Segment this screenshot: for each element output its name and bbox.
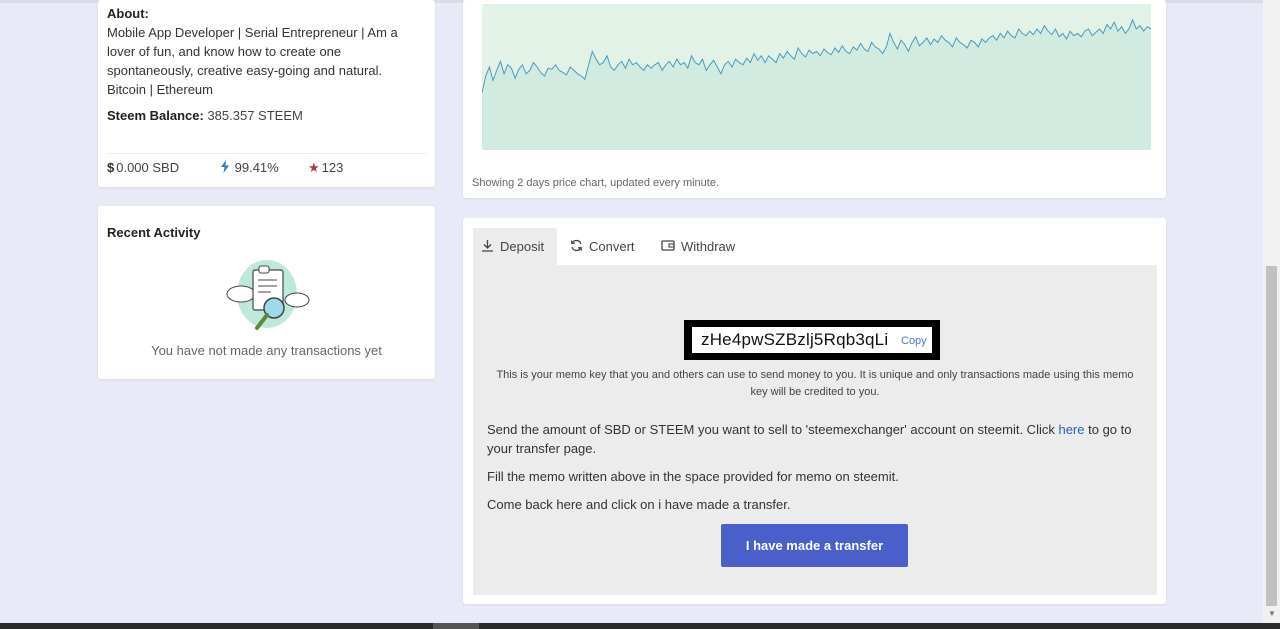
- voting-power-stat: 99.41%: [221, 160, 279, 175]
- about-label: About:: [107, 6, 149, 21]
- about-text: Mobile App Developer | Serial Entreprene…: [107, 25, 398, 97]
- profile-card: About: Mobile App Developer | Serial Ent…: [98, 0, 435, 187]
- transfer-page-link[interactable]: here: [1058, 422, 1084, 437]
- tab-convert[interactable]: Convert: [562, 228, 643, 265]
- steem-balance-value: 385.357 STEEM: [207, 108, 303, 123]
- sbd-value: 0.000 SBD: [116, 160, 180, 175]
- tab-withdraw-label: Withdraw: [681, 239, 736, 254]
- memo-key[interactable]: zHe4pwSZBzlj5Rqb3qLi: [701, 330, 888, 350]
- instruction-send-text: Send the amount of SBD or STEEM you want…: [487, 422, 1059, 437]
- scroll-down-arrow[interactable]: ▼: [1264, 606, 1280, 622]
- taskbar-item[interactable]: [433, 623, 479, 629]
- download-icon: [481, 228, 494, 265]
- chart-note: Showing 2 days price chart, updated ever…: [472, 177, 720, 189]
- deposit-panel: zHe4pwSZBzlj5Rqb3qLi Copy This is your m…: [473, 265, 1157, 595]
- scrollbar-thumb[interactable]: [1266, 266, 1277, 606]
- sbd-stat: $0.000 SBD: [107, 160, 179, 175]
- recent-activity-card: Recent Activity You have not made any tr…: [98, 206, 435, 379]
- instruction-memo: Fill the memo written above in the space…: [487, 469, 899, 484]
- deposit-card: Deposit Convert Withdraw zHe4pwSZBzlj5Rq…: [463, 218, 1166, 604]
- tab-deposit-label: Deposit: [500, 239, 545, 254]
- tab-convert-label: Convert: [589, 239, 635, 254]
- price-chart: [482, 4, 1151, 150]
- memo-note: This is your memo key that you and other…: [496, 369, 1134, 398]
- wallet-icon: [661, 228, 675, 265]
- price-chart-card: Showing 2 days price chart, updated ever…: [463, 0, 1166, 198]
- memo-key-box: zHe4pwSZBzlj5Rqb3qLi Copy: [684, 320, 940, 360]
- made-transfer-button[interactable]: I have made a transfer: [721, 524, 908, 567]
- steem-balance-label: Steem Balance:: [107, 108, 204, 123]
- copy-button[interactable]: Copy: [901, 335, 927, 347]
- refresh-icon: [570, 228, 583, 265]
- divider: [107, 153, 426, 154]
- recent-activity-title: Recent Activity: [107, 225, 201, 240]
- dollar-icon: $: [107, 160, 115, 175]
- empty-transactions-text: You have not made any transactions yet: [151, 343, 382, 358]
- reputation-stat: ★ 123: [308, 160, 343, 176]
- star-icon: ★: [308, 160, 320, 175]
- document-search-icon: [226, 260, 310, 330]
- taskbar: [0, 623, 1280, 629]
- instruction-send: Send the amount of SBD or STEEM you want…: [487, 420, 1147, 458]
- tab-withdraw[interactable]: Withdraw: [653, 228, 743, 265]
- tab-deposit[interactable]: Deposit: [473, 228, 557, 265]
- instruction-confirm: Come back here and click on i have made …: [487, 497, 791, 512]
- reputation-value: 123: [321, 160, 344, 175]
- steem-balance: Steem Balance: 385.357 STEEM: [107, 108, 303, 123]
- voting-power-value: 99.41%: [234, 160, 279, 175]
- memo-key-field: zHe4pwSZBzlj5Rqb3qLi Copy: [692, 327, 932, 353]
- lightning-icon: [221, 160, 233, 175]
